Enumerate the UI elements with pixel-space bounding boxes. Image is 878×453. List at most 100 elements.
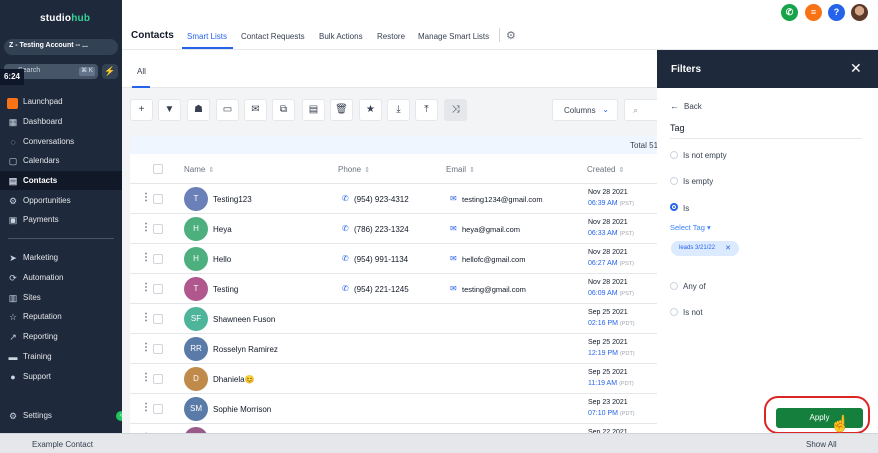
columns-dropdown[interactable]: Columns ⌄ [552,99,618,121]
contacts-search-input[interactable]: ⌕ [624,99,657,121]
sidebar-item-opportunities[interactable]: ⚙ Opportunities [0,191,122,210]
row-checkbox[interactable] [153,314,163,324]
contact-email[interactable]: hellofc@gmail.com [462,255,525,264]
show-all-link[interactable]: Show All [806,440,837,449]
column-header-created[interactable]: Created ⇕ [587,165,624,174]
add-contact-icon[interactable]: + [130,99,153,121]
select-all-checkbox[interactable] [153,164,163,174]
settings-gear-icon[interactable]: ⚙ [506,29,516,42]
table-row[interactable]: ⋮BNBurnitta Johnson NantonSep 22 2021 [130,423,657,433]
contact-name[interactable]: Heya [213,225,232,234]
tag-chip[interactable]: leads 3/21/22 ✕ [671,241,739,256]
tab-contact-requests[interactable]: Contact Requests [241,32,305,41]
radio-any-of[interactable] [670,282,678,290]
sidebar-item-contacts[interactable]: ▤ Contacts [0,171,122,190]
sidebar-item-sites[interactable]: ▥ Sites [0,288,122,307]
tab-bulk-actions[interactable]: Bulk Actions [319,32,363,41]
sidebar-item-support[interactable]: ● Support [0,367,122,386]
sidebar-item-marketing[interactable]: ➤ Marketing [0,248,122,267]
table-row[interactable]: ⋮ T Testing123 ✆ (954) 923-4312 ✉ testing1234@… [130,183,657,213]
table-row[interactable]: ⋮ T Testing ✆ (954) 221-1245 ✉ testing@gmail.c… [130,273,657,303]
bolt-icon[interactable]: ⚡ [102,64,118,79]
contact-name[interactable]: Shawneen Fuson [213,315,275,324]
contact-name[interactable]: Rosselyn Ramirez [213,345,278,354]
message-icon[interactable]: ▭ [216,99,239,121]
table-row[interactable]: ⋮ D Dhaniela😊 Sep 25 2021 11:19 AM (PDT) [130,363,657,393]
row-checkbox[interactable] [153,374,163,384]
sidebar-item-launchpad[interactable]: Launchpad [0,92,122,111]
sidebar-item-dashboard[interactable]: ▦ Dashboard [0,112,122,131]
table-row[interactable]: ⋮ SF Shawneen Fuson Sep 25 2021 02:16 PM (PDT… [130,303,657,333]
tab-smart-lists[interactable]: Smart Lists [187,32,227,41]
account-switcher[interactable]: Z - Testing Account -- ... [4,39,118,55]
radio-is-not-empty[interactable] [670,151,678,159]
contact-email[interactable]: heya@gmail.com [462,225,520,234]
contact-phone[interactable]: (786) 223-1324 [354,225,409,234]
contact-name[interactable]: Dhaniela😊 [213,375,255,384]
table-row[interactable]: ⋮ SM Sophie Morrison Sep 23 2021 07:10 PM (PD… [130,393,657,423]
radio-is-empty[interactable] [670,177,678,185]
row-checkbox[interactable] [153,404,163,414]
notifications-list-icon[interactable]: ≡ [805,4,822,21]
contact-email[interactable]: testing1234@gmail.com [462,195,543,204]
row-checkbox[interactable] [153,224,163,234]
filter-icon[interactable]: ▼ [158,99,181,121]
table-row[interactable]: ⋮ RR Rosselyn Ramirez Sep 25 2021 12:19 PM (P… [130,333,657,363]
row-menu-icon[interactable]: ⋮ [141,403,151,413]
contact-email[interactable]: testing@gmail.com [462,285,526,294]
contact-phone[interactable]: (954) 991-1134 [354,255,408,264]
contact-name[interactable]: Testing123 [213,195,252,204]
row-checkbox[interactable] [153,284,163,294]
contact-phone[interactable]: (954) 923-4312 [354,195,409,204]
back-button[interactable]: ← Back [670,101,702,111]
sidebar-item-reputation[interactable]: ☆ Reputation [0,307,122,326]
row-menu-icon[interactable]: ⋮ [141,223,151,233]
contact-phone[interactable]: (954) 221-1245 [354,285,409,294]
sidebar-item-automation[interactable]: ⟳ Automation [0,268,122,287]
user-avatar[interactable] [851,4,868,21]
row-checkbox[interactable] [153,254,163,264]
sidebar-item-reporting[interactable]: ↗ Reporting [0,327,122,346]
close-icon[interactable]: ✕ [850,60,862,77]
row-menu-icon[interactable]: ⋮ [141,193,151,203]
row-menu-icon[interactable]: ⋮ [141,313,151,323]
sidebar-item-conversations[interactable]: ◌ Conversations [0,132,122,151]
column-header-email[interactable]: Email ⇕ [446,165,475,174]
star-icon[interactable]: ★ [359,99,382,121]
table-row[interactable]: ⋮ H Hello ✆ (954) 991-1134 ✉ hellofc@gmail.com… [130,243,657,273]
column-header-phone[interactable]: Phone ⇕ [338,165,370,174]
tab-manage-smart-lists[interactable]: Manage Smart Lists [418,32,489,41]
tab-all[interactable]: All [137,67,146,76]
contact-name[interactable]: Testing [213,285,238,294]
row-menu-icon[interactable]: ⋮ [141,343,151,353]
download-icon[interactable]: ⤓ [387,99,410,121]
sidebar-item-calendars[interactable]: ▢ Calendars [0,151,122,170]
sidebar-item-settings[interactable]: ⚙ Settings [0,406,122,425]
column-header-name[interactable]: Name ⇕ [184,165,214,174]
phone-call-icon[interactable]: ✆ [781,4,798,21]
option-any-of[interactable]: Any of [683,282,706,291]
table-row[interactable]: ⋮ H Heya ✆ (786) 223-1324 ✉ heya@gmail.com Nov … [130,213,657,243]
select-tag-dropdown[interactable]: Select Tag ▾ [670,223,711,232]
tab-restore[interactable]: Restore [377,32,405,41]
row-checkbox[interactable] [153,194,163,204]
clipboard-icon[interactable]: ▤ [302,99,325,121]
contact-name[interactable]: Hello [213,255,231,264]
row-menu-icon[interactable]: ⋮ [141,283,151,293]
row-menu-icon[interactable]: ⋮ [141,373,151,383]
delete-icon[interactable]: 🗑 [330,99,353,121]
option-is-not-empty[interactable]: Is not empty [683,151,727,160]
copy-icon[interactable]: ⧉ [272,99,295,121]
row-menu-icon[interactable]: ⋮ [141,253,151,263]
robot-icon[interactable]: ☗ [187,99,210,121]
remove-tag-icon[interactable]: ✕ [725,244,731,252]
upload-icon[interactable]: ⤒ [415,99,438,121]
help-button[interactable]: ? [828,4,845,21]
email-icon[interactable]: ✉ [244,99,267,121]
option-is-not[interactable]: Is not [683,308,703,317]
sidebar-item-payments[interactable]: ▣ Payments [0,210,122,229]
radio-is[interactable] [670,203,678,211]
merge-icon[interactable]: ⤨ [444,99,467,121]
sidebar-item-training[interactable]: ▬ Training [0,347,122,366]
radio-is-not[interactable] [670,308,678,316]
